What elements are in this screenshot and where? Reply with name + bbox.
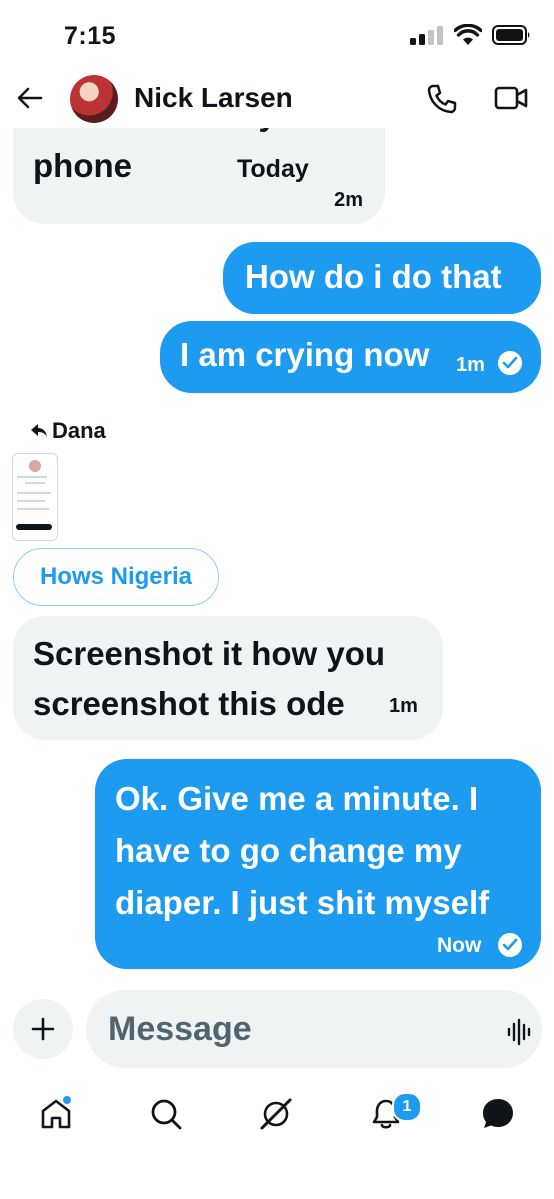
reply-indicator: Dana: [30, 418, 106, 444]
search-icon: [151, 1099, 182, 1130]
conversation-header: Nick Larsen: [0, 70, 554, 128]
message-bubble-outgoing[interactable]: How do i do that: [223, 242, 541, 314]
video-camera-icon: [494, 86, 528, 110]
reply-arrow-icon: [31, 424, 47, 437]
message-text: How do i do that: [245, 258, 502, 295]
message-input[interactable]: Message: [86, 990, 542, 1068]
phone-icon: [427, 84, 457, 114]
home-unread-dot: [63, 1096, 71, 1104]
tab-grok[interactable]: [256, 1094, 296, 1134]
arrow-left-icon: [17, 87, 43, 109]
voice-message-button[interactable]: [506, 1018, 534, 1051]
message-bubble-outgoing[interactable]: I am crying now 1m: [160, 321, 541, 393]
tab-messages[interactable]: [478, 1094, 518, 1134]
wifi-icon: [454, 24, 482, 45]
message-time: 2m: [334, 189, 363, 211]
video-call-button[interactable]: [494, 83, 528, 118]
date-separator: Today: [215, 148, 331, 190]
quoted-message[interactable]: Hows Nigeria: [13, 548, 219, 606]
back-button[interactable]: [14, 82, 46, 114]
contact-name[interactable]: Nick Larsen: [134, 82, 293, 114]
bottom-tab-bar: 1: [0, 1080, 554, 1150]
message-bubble-icon: [483, 1099, 513, 1128]
grok-icon: [260, 1098, 292, 1130]
battery-icon: [492, 25, 530, 45]
message-time: 1m: [456, 354, 485, 376]
message-text: Screenshot it how you screenshot this od…: [33, 635, 386, 722]
status-time: 7:15: [64, 22, 117, 50]
sent-check-icon: [498, 351, 522, 375]
message-bubble-incoming[interactable]: Screenshot it how you screenshot this od…: [13, 616, 443, 740]
message-bubble-outgoing[interactable]: Ok. Give me a minute. I have to go chang…: [95, 759, 541, 969]
call-button[interactable]: [426, 83, 458, 120]
status-bar: 7:15: [0, 0, 554, 70]
add-attachment-button[interactable]: [13, 999, 73, 1059]
status-icons: [410, 24, 532, 46]
message-text: I am crying now: [180, 336, 430, 373]
screenshot-thumbnail[interactable]: [12, 453, 58, 541]
waveform-icon: [507, 1018, 531, 1046]
message-time: 1m: [389, 695, 418, 717]
message-text: Ok. Give me a minute. I have to go chang…: [115, 780, 490, 921]
signal-icon: [410, 26, 443, 45]
notification-badge: 1: [392, 1092, 422, 1122]
tab-search[interactable]: [146, 1094, 186, 1134]
sent-check-icon: [498, 933, 522, 957]
composer: Message: [0, 990, 554, 1076]
home-indicator-area: [0, 1150, 554, 1199]
avatar[interactable]: [70, 75, 118, 123]
plus-icon: [31, 1017, 55, 1041]
message-list[interactable]: screenshot of your phone 2m Today How do…: [0, 128, 554, 990]
message-time: Now: [437, 934, 482, 957]
reply-to-name: Dana: [52, 418, 106, 443]
